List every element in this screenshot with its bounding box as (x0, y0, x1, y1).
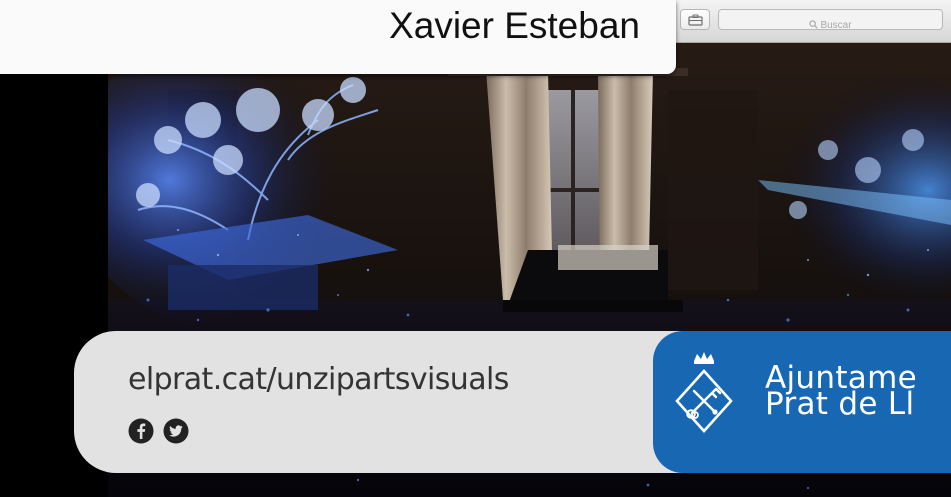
organization-name: Ajuntame Prat de Ll (765, 363, 917, 422)
magnifier-icon (809, 20, 819, 29)
url-banner: elprat.cat/unzipartsvisuals (74, 331, 684, 473)
speaker-name-tab: Xavier Esteban (0, 0, 676, 74)
facebook-icon[interactable] (128, 418, 154, 444)
organization-line-2: Prat de Ll (765, 386, 915, 422)
search-placeholder: Buscar (820, 20, 852, 31)
video-frame: Xavier Esteban Buscar elprat.cat/unzipar… (0, 0, 951, 497)
search-input[interactable]: Buscar (718, 9, 943, 32)
briefcase-icon (688, 14, 703, 26)
briefcase-button[interactable] (680, 9, 710, 30)
twitter-icon[interactable] (163, 418, 189, 444)
website-url: elprat.cat/unzipartsvisuals (128, 362, 509, 397)
social-links (128, 418, 193, 445)
author-name: Xavier Esteban (389, 5, 640, 46)
search-placeholder-wrap: Buscar (809, 19, 852, 32)
browser-toolbar: Buscar (676, 0, 951, 43)
city-council-logo-panel: Ajuntame Prat de Ll (653, 331, 951, 473)
town-crest-emblem (675, 345, 733, 463)
